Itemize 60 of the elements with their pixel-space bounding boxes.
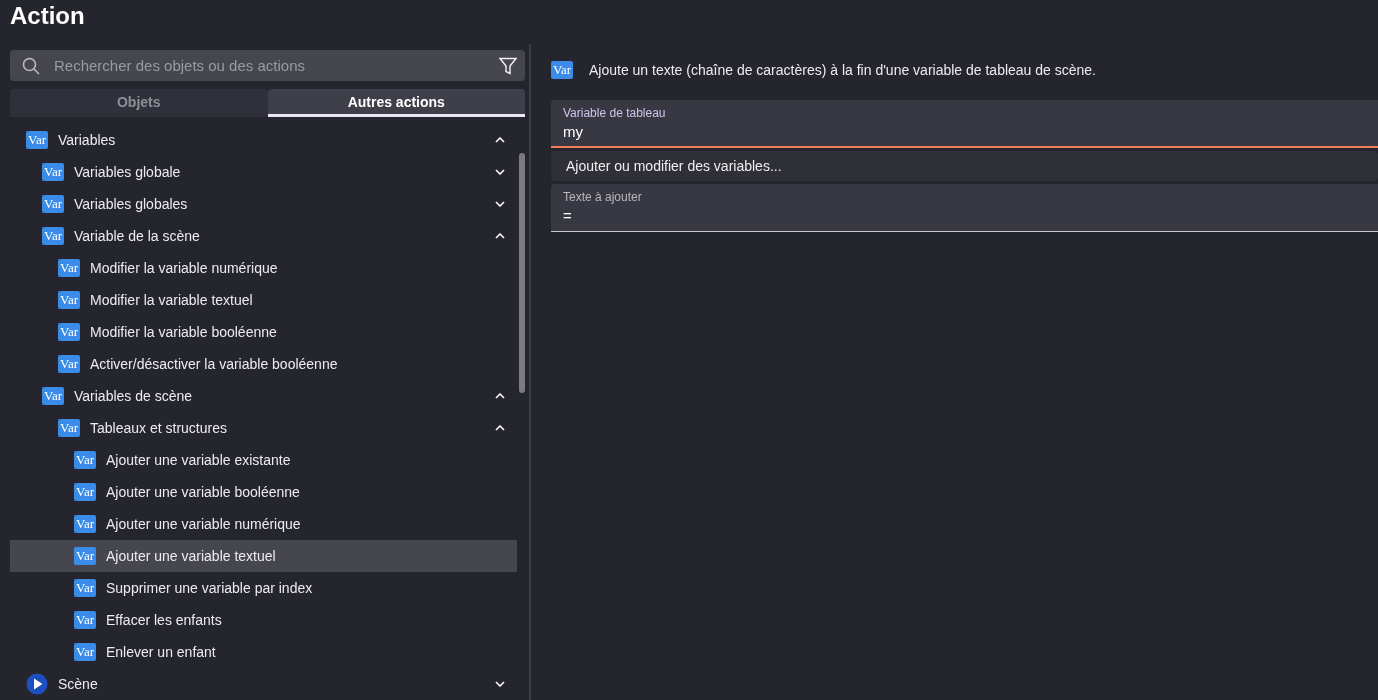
chevron-up-icon[interactable] [495, 233, 505, 239]
field-label: Texte à ajouter [563, 190, 643, 204]
variable-icon: Var [26, 131, 48, 149]
chevron-up-icon[interactable] [495, 425, 505, 431]
variable-icon: Var [58, 259, 80, 277]
tree-item[interactable]: Var Variables de scène [10, 380, 517, 412]
chevron-down-icon[interactable] [495, 169, 505, 175]
action-description: Ajoute un texte (chaîne de caractères) à la fin d'une variable de tableau de scène. [589, 62, 1096, 78]
tree-item[interactable]: Var Variables globale [10, 156, 517, 188]
tab[interactable]: Autres actions [267, 89, 525, 117]
variable-icon: Var [42, 227, 64, 245]
tree-item[interactable]: Var Enlever un enfant [10, 636, 517, 668]
dialog-title: Action [9, 1, 86, 31]
scrollbar[interactable] [519, 153, 525, 393]
tree-item[interactable]: Var Modifier la variable booléenne [10, 316, 517, 348]
chevron-up-icon[interactable] [495, 393, 505, 399]
tree-item[interactable]: Var Activer/désactiver la variable booléenne [10, 348, 517, 380]
variable-icon: Var [42, 163, 64, 181]
chevron-down-icon[interactable] [495, 201, 505, 207]
variable-icon: Var [74, 643, 96, 661]
tree-item[interactable]: Var Ajouter une variable existante [10, 444, 517, 476]
tree-item[interactable]: Var Modifier la variable numérique [10, 252, 517, 284]
tree-item[interactable]: Var Variable de la scène [10, 220, 517, 252]
variable-icon: Var [42, 195, 64, 213]
variable-icon: Var [42, 387, 64, 405]
play-icon [26, 673, 48, 695]
tree-item[interactable]: Var Variables [10, 124, 517, 156]
tree-item[interactable]: Var Ajouter une variable textuel [10, 540, 517, 572]
tree-item[interactable]: Var Effacer les enfants [10, 604, 517, 636]
variable-icon: Var [74, 579, 96, 597]
field-label: Variable de tableau [563, 106, 667, 120]
variable-icon: Var [74, 547, 96, 565]
input-field[interactable]: = [563, 207, 1366, 224]
search-input[interactable]: Rechercher des objets ou des actions [52, 56, 487, 75]
tab[interactable]: Objets [10, 89, 268, 117]
tree-item[interactable]: Var Modifier la variable textuel [10, 284, 517, 316]
text-field[interactable]: Variable de tableau my [551, 100, 1378, 148]
filter-icon[interactable] [499, 56, 517, 75]
variable-icon: Var [74, 483, 96, 501]
tree-item[interactable]: Var Tableaux et structures [10, 412, 517, 444]
variable-icon: Var [74, 515, 96, 533]
variable-icon: Var [58, 419, 80, 437]
text-field[interactable]: Texte à ajouter = [551, 184, 1378, 232]
search-icon [22, 56, 40, 75]
variable-icon: Var [551, 61, 573, 79]
variable-icon: Var [58, 323, 80, 341]
variable-icon: Var [74, 611, 96, 629]
variable-icon: Var [58, 355, 80, 373]
variable-icon: Var [58, 291, 80, 309]
input-field[interactable]: my [563, 123, 1366, 140]
tree-item[interactable]: Var Ajouter une variable numérique [10, 508, 517, 540]
tree-item[interactable]: Var Variables globales [10, 188, 517, 220]
chevron-up-icon[interactable] [495, 137, 505, 143]
tree-item[interactable]: Var Ajouter une variable booléenne [10, 476, 517, 508]
edit-variables-button[interactable]: Ajouter ou modifier des variables... [551, 151, 1378, 181]
search-field[interactable]: Rechercher des objets ou des actions [10, 50, 525, 81]
variable-icon: Var [74, 451, 96, 469]
chevron-down-icon[interactable] [495, 681, 505, 687]
tree-item[interactable]: Scène [10, 668, 517, 700]
tree-item[interactable]: Var Supprimer une variable par index [10, 572, 517, 604]
